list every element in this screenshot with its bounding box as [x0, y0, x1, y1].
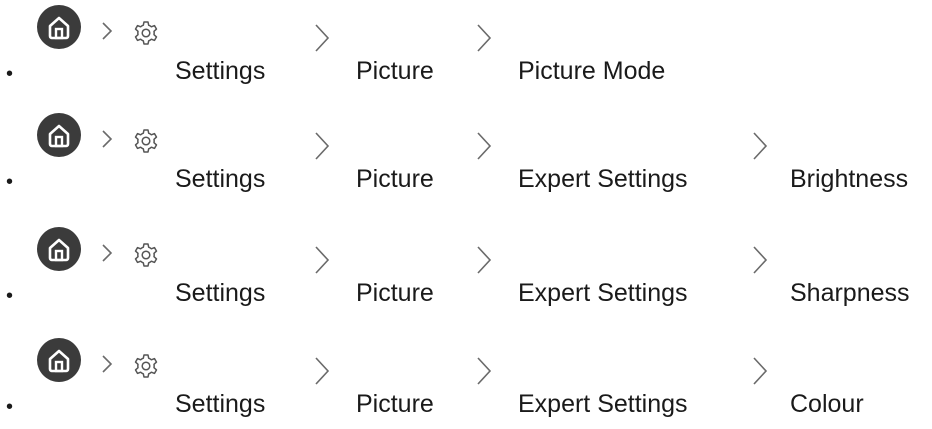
chevron-right-icon — [477, 24, 492, 52]
chevron-right-icon — [315, 132, 330, 160]
gear-icon — [134, 243, 158, 267]
chevron-right-icon — [102, 244, 113, 262]
list-bullet: • — [6, 63, 14, 85]
list-bullet: • — [6, 171, 14, 193]
chevron-right-icon — [753, 357, 768, 385]
breadcrumb-settings: Settings — [175, 279, 266, 307]
gear-icon — [134, 129, 158, 153]
home-icon — [37, 113, 81, 157]
chevron-right-icon — [753, 246, 768, 274]
chevron-right-icon — [477, 246, 492, 274]
breadcrumb-expert-settings: Expert Settings — [518, 390, 688, 418]
breadcrumb-picture-mode: Picture Mode — [518, 57, 666, 85]
menu-path-sharpness: • Settings Picture Expert Settings Sharp… — [0, 222, 932, 318]
menu-path-list: • Settings Picture Picture Mode • Settin… — [0, 0, 932, 421]
breadcrumb-picture: Picture — [356, 57, 434, 85]
breadcrumb-sharpness: Sharpness — [790, 279, 910, 307]
breadcrumb-picture: Picture — [356, 165, 434, 193]
breadcrumb-expert-settings: Expert Settings — [518, 279, 688, 307]
breadcrumb-picture: Picture — [356, 390, 434, 418]
gear-icon — [134, 21, 158, 45]
chevron-right-icon — [315, 357, 330, 385]
menu-path-colour: • Settings Picture Expert Settings Colou… — [0, 333, 932, 429]
chevron-right-icon — [315, 24, 330, 52]
breadcrumb-settings: Settings — [175, 165, 266, 193]
gear-icon — [134, 354, 158, 378]
menu-path-picture-mode: • Settings Picture Picture Mode — [0, 0, 932, 96]
list-bullet: • — [6, 285, 14, 307]
chevron-right-icon — [477, 357, 492, 385]
chevron-right-icon — [102, 22, 113, 40]
chevron-right-icon — [102, 130, 113, 148]
breadcrumb-expert-settings: Expert Settings — [518, 165, 688, 193]
chevron-right-icon — [477, 132, 492, 160]
chevron-right-icon — [315, 246, 330, 274]
list-bullet: • — [6, 396, 14, 418]
home-icon — [37, 227, 81, 271]
breadcrumb-picture: Picture — [356, 279, 434, 307]
menu-path-brightness: • Settings Picture Expert Settings Brigh… — [0, 108, 932, 204]
chevron-right-icon — [753, 132, 768, 160]
breadcrumb-settings: Settings — [175, 57, 266, 85]
home-icon — [37, 5, 81, 49]
breadcrumb-settings: Settings — [175, 390, 266, 418]
breadcrumb-colour: Colour — [790, 390, 864, 418]
home-icon — [37, 338, 81, 382]
chevron-right-icon — [102, 355, 113, 373]
breadcrumb-brightness: Brightness — [790, 165, 909, 193]
